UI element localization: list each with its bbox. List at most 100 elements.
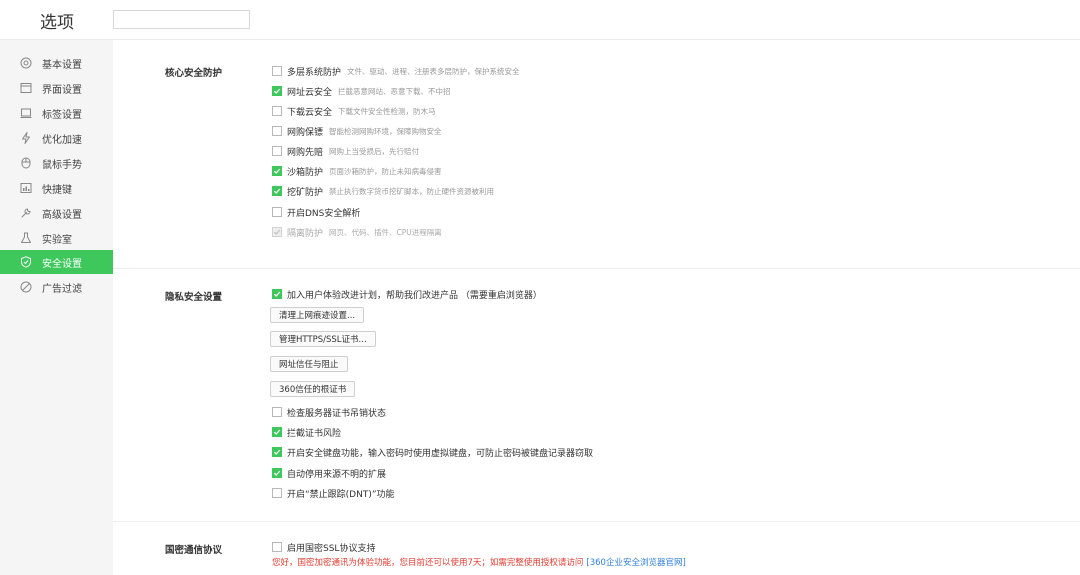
clear-traces-button[interactable]: 清理上网痕迹设置...: [270, 307, 365, 323]
option-label: 挖矿防护: [287, 187, 324, 198]
sidebar-item-advanced[interactable]: 高级设置: [0, 201, 113, 225]
option-desc: 页面沙箱防护，防止未知病毒侵害: [329, 166, 442, 176]
option-disable-unknown-ext[interactable]: 自动停用来源不明的扩展: [272, 466, 386, 480]
content-panel: 核心安全防护 多层系统防护 文件、驱动、进程、注册表多层防护，保护系统安全 网址…: [113, 40, 1080, 575]
checkbox-checked[interactable]: [272, 289, 282, 299]
checkbox-disabled: [272, 227, 282, 237]
option-multilayer[interactable]: 多层系统防护 文件、驱动、进程、注册表多层防护，保护系统安全: [272, 64, 520, 78]
option-sandbox[interactable]: 沙箱防护 页面沙箱防护，防止未知病毒侵害: [272, 164, 442, 178]
block-icon: [20, 281, 32, 293]
wrench-icon: [20, 207, 32, 219]
checkbox[interactable]: [272, 126, 282, 136]
check-icon: [273, 429, 281, 435]
option-desc: 下载文件安全性检测，防木马: [338, 106, 436, 116]
sidebar-item-label: 标签设置: [42, 109, 82, 121]
sidebar-item-basic[interactable]: 基本设置: [0, 51, 113, 75]
sidebar-item-mouse-gesture[interactable]: 鼠标手势: [0, 151, 113, 175]
official-site-link[interactable]: [360企业安全浏览器官网]: [586, 558, 685, 568]
window-icon: [20, 82, 32, 94]
checkbox[interactable]: [272, 542, 282, 552]
option-shopping-guard[interactable]: 网购保镖 智能检测网购环境，保障购物安全: [272, 124, 442, 138]
section-title-core: 核心安全防护: [165, 68, 223, 79]
option-label: 开启DNS安全解析: [287, 208, 361, 219]
flask-icon: [20, 232, 32, 244]
option-dns[interactable]: 开启DNS安全解析: [272, 205, 360, 219]
option-secure-keyboard[interactable]: 开启安全键盘功能，输入密码时使用虚拟键盘，可防止密码被键盘记录器窃取: [272, 445, 593, 459]
checkbox-checked[interactable]: [272, 427, 282, 437]
option-national-ssl[interactable]: 启用国密SSL协议支持: [272, 540, 375, 554]
sidebar-item-lab[interactable]: 实验室: [0, 226, 113, 250]
section-title-privacy: 隐私安全设置: [165, 292, 223, 303]
option-cert-revocation[interactable]: 检查服务器证书吊销状态: [272, 405, 386, 419]
mouse-icon: [20, 157, 32, 169]
option-download-cloud[interactable]: 下载云安全 下载文件安全性检测，防木马: [272, 104, 436, 118]
check-icon: [273, 229, 281, 235]
option-desc: 网页、代码、插件、CPU进程隔离: [329, 227, 442, 237]
shield-icon: [20, 256, 32, 268]
option-dnt[interactable]: 开启“禁止跟踪(DNT)”功能: [272, 486, 395, 500]
option-mining[interactable]: 挖矿防护 禁止执行数字货币挖矿脚本，防止硬件资源被利用: [272, 184, 494, 198]
checkbox-checked[interactable]: [272, 468, 282, 478]
option-label: 检查服务器证书吊销状态: [287, 408, 387, 419]
target-icon: [20, 57, 32, 69]
sidebar-item-label: 广告过滤: [42, 283, 82, 295]
option-url-cloud[interactable]: 网址云安全 拦截恶意网站、恶意下载、不中招: [272, 84, 451, 98]
option-desc: 网购上当受损后，先行赔付: [329, 146, 420, 156]
warning-text: 您好，国密加密通讯为体验功能，您目前还可以使用7天；如需完整使用授权请访问: [272, 558, 584, 568]
sidebar-item-security[interactable]: 安全设置: [0, 250, 113, 274]
option-label: 开启“禁止跟踪(DNT)”功能: [287, 489, 395, 500]
checkbox-checked[interactable]: [272, 186, 282, 196]
tab-icon: [20, 107, 32, 119]
sidebar-item-label: 界面设置: [42, 84, 82, 96]
check-icon: [273, 88, 281, 94]
option-label: 隔离防护: [287, 228, 324, 239]
option-cert-risk[interactable]: 拦截证书风险: [272, 425, 341, 439]
option-label: 多层系统防护: [287, 67, 342, 78]
search-input[interactable]: [113, 10, 250, 29]
checkbox[interactable]: [272, 66, 282, 76]
manage-https-button[interactable]: 管理HTTPS/SSL证书...: [270, 331, 376, 347]
check-icon: [273, 168, 281, 174]
option-label: 网购先赔: [287, 147, 324, 158]
sidebar-item-label: 安全设置: [42, 258, 82, 270]
sidebar-item-label: 高级设置: [42, 209, 82, 221]
sidebar-item-label: 快捷键: [42, 184, 72, 196]
section-divider: [113, 268, 1080, 269]
option-desc: 文件、驱动、进程、注册表多层防护，保护系统安全: [347, 66, 520, 76]
option-experience-plan[interactable]: 加入用户体验改进计划，帮助我们改进产品 （需要重启浏览器）: [272, 287, 542, 301]
sidebar-item-label: 实验室: [42, 234, 72, 246]
checkbox[interactable]: [272, 407, 282, 417]
trial-warning: 您好，国密加密通讯为体验功能，您目前还可以使用7天；如需完整使用授权请访问 [36…: [272, 556, 686, 568]
option-label: 下载云安全: [287, 107, 333, 118]
checkbox-checked[interactable]: [272, 86, 282, 96]
sidebar-item-ad-filter[interactable]: 广告过滤: [0, 275, 113, 299]
option-desc: 禁止执行数字货币挖矿脚本，防止硬件资源被利用: [329, 186, 495, 196]
option-label: 拦截证书风险: [287, 428, 342, 439]
checkbox[interactable]: [272, 207, 282, 217]
sidebar-item-tabs[interactable]: 标签设置: [0, 101, 113, 125]
section-divider: [113, 521, 1080, 522]
option-label: 网址云安全: [287, 87, 333, 98]
sidebar-item-optimize[interactable]: 优化加速: [0, 126, 113, 150]
sidebar-item-interface[interactable]: 界面设置: [0, 76, 113, 100]
sidebar-item-shortcuts[interactable]: 快捷键: [0, 176, 113, 200]
sidebar-item-label: 鼠标手势: [42, 159, 82, 171]
page-title: 选项: [40, 13, 74, 33]
checkbox[interactable]: [272, 488, 282, 498]
checkbox[interactable]: [272, 146, 282, 156]
checkbox-checked[interactable]: [272, 166, 282, 176]
option-label: 自动停用来源不明的扩展: [287, 469, 387, 480]
option-label: 沙箱防护: [287, 167, 324, 178]
option-shopping-compensation[interactable]: 网购先赔 网购上当受损后，先行赔付: [272, 144, 419, 158]
checkbox[interactable]: [272, 106, 282, 116]
root-cert-button[interactable]: 360信任的根证书: [270, 381, 356, 397]
option-label: 开启安全键盘功能，输入密码时使用虚拟键盘，可防止密码被键盘记录器窃取: [287, 448, 594, 459]
option-desc: 智能检测网购环境，保障购物安全: [329, 126, 442, 136]
keyboard-icon: [20, 182, 32, 194]
sidebar-item-label: 基本设置: [42, 59, 82, 71]
trust-block-button[interactable]: 网址信任与阻止: [270, 356, 348, 372]
sidebar-item-label: 优化加速: [42, 134, 82, 146]
section-title-national: 国密通信协议: [165, 545, 223, 556]
checkbox-checked[interactable]: [272, 447, 282, 457]
check-icon: [273, 188, 281, 194]
